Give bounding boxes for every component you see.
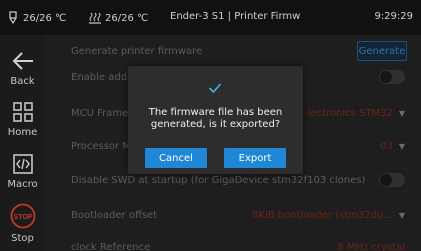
export-button[interactable]: Export <box>224 148 286 168</box>
chevron-down-icon: ▼ <box>398 108 405 118</box>
bed-temp-indicator: 26/26 ℃ <box>88 11 148 25</box>
clock: 9:29:29 <box>374 11 413 22</box>
sidebar-item-label: Back <box>10 76 35 87</box>
select-value: 03 <box>380 140 393 152</box>
bed-heat-icon <box>88 11 102 25</box>
generate-button[interactable]: Generate <box>357 41 407 61</box>
list-item: Generate printer firmware Generate <box>61 37 413 65</box>
select-value: 8KiB bootloader (stm32du... <box>252 209 393 221</box>
row-label: MCU Frame <box>71 107 129 119</box>
select-value: lectronics STM32 <box>307 107 393 119</box>
chevron-down-icon: ▼ <box>398 141 405 151</box>
chevron-down-icon: ▼ <box>398 210 405 220</box>
row-label: Generate printer firmware <box>71 45 203 57</box>
sidebar-item-label: Macro <box>7 179 38 190</box>
nozzle-temp-indicator: 26/26 ℃ <box>6 11 66 25</box>
arrow-left-icon <box>11 50 35 72</box>
nozzle-temp: 26/26 ℃ <box>23 12 67 24</box>
sidebar-item-stop[interactable]: STOP Stop <box>0 203 45 244</box>
select-value: 8 MHz crystal <box>337 241 405 251</box>
sidebar-item-label: Stop <box>11 233 34 244</box>
export-confirm-dialog: The firmware file has been generated, is… <box>128 66 303 174</box>
disable-swd-toggle[interactable] <box>379 173 405 187</box>
sidebar-item-macro[interactable]: Macro <box>0 153 45 190</box>
printer-name: Ender-3 S1 | Printer Firmw <box>170 11 301 22</box>
processor-model-select[interactable]: 03 ▼ <box>380 141 405 152</box>
bed-temp: 26/26 ℃ <box>105 12 149 24</box>
check-icon <box>208 79 222 98</box>
sidebar-item-home[interactable]: Home <box>0 101 45 138</box>
row-label: Bootloader offset <box>71 209 158 221</box>
sidebar: Back Home Macro STOP Stop <box>0 35 45 251</box>
row-label: Processor M <box>71 140 131 152</box>
row-label: Enable addit <box>71 71 134 83</box>
mcu-frame-select[interactable]: lectronics STM32 ▼ <box>308 108 405 119</box>
list-item: clock Reference 8 MHz crystal <box>61 233 413 251</box>
row-label: clock Reference <box>71 241 151 251</box>
row-label: Disable SWD at startup (for GigaDevice s… <box>71 174 366 186</box>
list-item: Bootloader offset 8KiB bootloader (stm32… <box>61 201 413 229</box>
nozzle-icon <box>6 11 20 25</box>
grid-icon <box>12 101 34 123</box>
sidebar-item-back[interactable]: Back <box>0 50 45 87</box>
code-icon <box>12 153 34 175</box>
status-bar: 26/26 ℃ 26/26 ℃ Ender-3 S1 | Printer Fir… <box>0 0 421 35</box>
stop-icon: STOP <box>10 203 36 229</box>
cancel-button[interactable]: Cancel <box>145 148 207 168</box>
dialog-message: The firmware file has been generated, is… <box>148 107 283 130</box>
bootloader-offset-select[interactable]: 8KiB bootloader (stm32du... ▼ <box>252 210 405 221</box>
sidebar-item-label: Home <box>7 127 38 138</box>
stop-icon-text: STOP <box>13 214 32 221</box>
clock-reference-select[interactable]: 8 MHz crystal <box>337 242 405 251</box>
screen: 26/26 ℃ 26/26 ℃ Ender-3 S1 | Printer Fir… <box>0 0 421 251</box>
enable-additional-toggle[interactable] <box>379 70 405 84</box>
